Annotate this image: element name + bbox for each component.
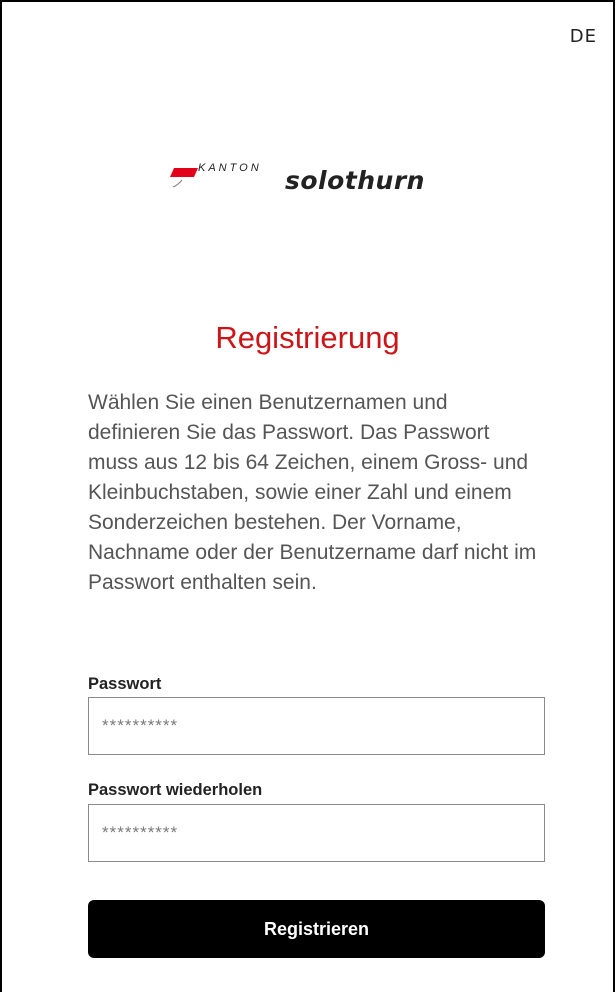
logo-name-text: solothurn [285,166,425,195]
intro-text: Wählen Sie einen Benutzernamen und defin… [88,391,537,594]
logo-kanton-text: KANTON [198,162,262,174]
password-input[interactable] [88,697,545,755]
registration-page: DE KANTON solothurn Registrierung Wählen… [0,0,615,992]
password-label: Passwort [88,675,162,693]
flag-icon [170,168,198,190]
language-selector[interactable]: DE [570,26,597,47]
register-button[interactable]: Registrieren [88,900,545,958]
page-title: Registrierung [215,320,400,355]
password-repeat-label: Passwort wiederholen [88,781,263,799]
password-repeat-input[interactable] [88,804,545,862]
kanton-solothurn-logo: KANTON solothurn [170,162,470,206]
